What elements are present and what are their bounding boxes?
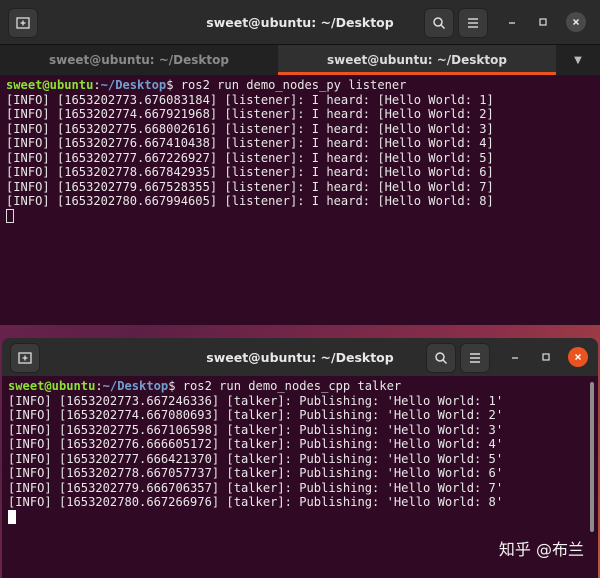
maximize-button[interactable] xyxy=(536,347,556,367)
close-icon xyxy=(575,354,581,360)
window-title: sweet@ubuntu: ~/Desktop xyxy=(206,349,394,365)
output-line: [INFO] [1653202773.667246336] [talker]: … xyxy=(8,393,504,408)
new-tab-icon xyxy=(16,17,30,29)
search-button[interactable] xyxy=(426,343,456,373)
new-tab-button[interactable] xyxy=(8,8,38,38)
output-line: [INFO] [1653202778.667842935] [listener]… xyxy=(6,165,494,179)
tab-list-button[interactable]: ▼ xyxy=(556,45,600,75)
output-line: [INFO] [1653202778.667057737] [talker]: … xyxy=(8,466,504,480)
tab-label: sweet@ubuntu: ~/Desktop xyxy=(49,53,229,67)
output-line: [INFO] [1653202780.667266976] [talker]: … xyxy=(8,495,504,509)
close-button[interactable] xyxy=(568,347,588,367)
tab-bar: sweet@ubuntu: ~/Desktop sweet@ubuntu: ~/… xyxy=(0,44,600,75)
new-tab-icon xyxy=(18,352,32,364)
tab-2-active[interactable]: sweet@ubuntu: ~/Desktop xyxy=(278,45,556,75)
output-line: [INFO] [1653202777.667226927] [listener]… xyxy=(6,150,494,165)
close-icon xyxy=(573,19,579,25)
title-bar[interactable]: sweet@ubuntu: ~/Desktop xyxy=(2,338,598,376)
hamburger-menu-icon xyxy=(468,18,478,28)
minimize-button[interactable] xyxy=(502,12,522,32)
maximize-button[interactable] xyxy=(533,12,553,32)
output-line: [INFO] [1653202779.666706357] [talker]: … xyxy=(8,480,504,495)
prompt-line: sweet@ubuntu:~/Desktop$ ros2 run demo_no… xyxy=(8,379,402,393)
minimize-icon xyxy=(509,22,515,24)
text-cursor xyxy=(8,509,16,524)
title-bar[interactable]: sweet@ubuntu: ~/Desktop xyxy=(0,0,600,44)
text-cursor xyxy=(6,208,14,223)
tab-label: sweet@ubuntu: ~/Desktop xyxy=(327,53,507,67)
prompt-user: sweet@ubuntu xyxy=(6,78,94,92)
minimize-button[interactable] xyxy=(505,347,525,367)
prompt-command: ros2 run demo_nodes_py listener xyxy=(173,78,407,92)
tab-1[interactable]: sweet@ubuntu: ~/Desktop xyxy=(0,45,278,75)
output-line: [INFO] [1653202776.666605172] [talker]: … xyxy=(8,437,504,451)
terminal-output[interactable]: sweet@ubuntu:~/Desktop$ ros2 run demo_no… xyxy=(2,376,598,527)
output-line: [INFO] [1653202774.667080693] [talker]: … xyxy=(8,408,504,422)
output-line: [INFO] [1653202777.666421370] [talker]: … xyxy=(8,451,504,466)
prompt-line: sweet@ubuntu:~/Desktop$ ros2 run demo_no… xyxy=(6,78,407,92)
search-button[interactable] xyxy=(424,8,454,38)
terminal-output[interactable]: sweet@ubuntu:~/Desktop$ ros2 run demo_no… xyxy=(0,75,600,226)
menu-button[interactable] xyxy=(460,343,490,373)
output-line: [INFO] [1653202775.667106598] [talker]: … xyxy=(8,422,504,437)
output-line: [INFO] [1653202774.667921968] [listener]… xyxy=(6,107,494,121)
output-line: [INFO] [1653202775.668002616] [listener]… xyxy=(6,121,494,136)
minimize-icon xyxy=(512,357,518,359)
prompt-path: ~/Desktop xyxy=(102,379,169,393)
listener-terminal-window: sweet@ubuntu: ~/Desktop sweet@ubuntu: ~/… xyxy=(0,0,600,325)
scrollbar[interactable] xyxy=(590,382,594,532)
output-line: [INFO] [1653202776.667410438] [listener]… xyxy=(6,136,494,150)
window-title: sweet@ubuntu: ~/Desktop xyxy=(206,14,394,30)
prompt-path: ~/Desktop xyxy=(100,78,167,92)
prompt-user: sweet@ubuntu xyxy=(8,379,96,393)
output-line: [INFO] [1653202779.667528355] [listener]… xyxy=(6,179,494,194)
output-line: [INFO] [1653202780.667994605] [listener]… xyxy=(6,194,494,208)
menu-button[interactable] xyxy=(458,8,488,38)
maximize-icon xyxy=(539,18,547,26)
search-icon xyxy=(433,17,446,30)
output-line: [INFO] [1653202773.676083184] [listener]… xyxy=(6,92,494,107)
search-icon xyxy=(435,352,448,365)
hamburger-menu-icon xyxy=(470,353,480,363)
watermark: 知乎 @布兰 xyxy=(498,540,584,559)
chevron-down-icon: ▼ xyxy=(574,54,582,66)
close-button[interactable] xyxy=(566,12,586,32)
prompt-command: ros2 run demo_nodes_cpp talker xyxy=(175,379,402,393)
maximize-icon xyxy=(542,353,550,361)
new-tab-button[interactable] xyxy=(10,343,40,373)
